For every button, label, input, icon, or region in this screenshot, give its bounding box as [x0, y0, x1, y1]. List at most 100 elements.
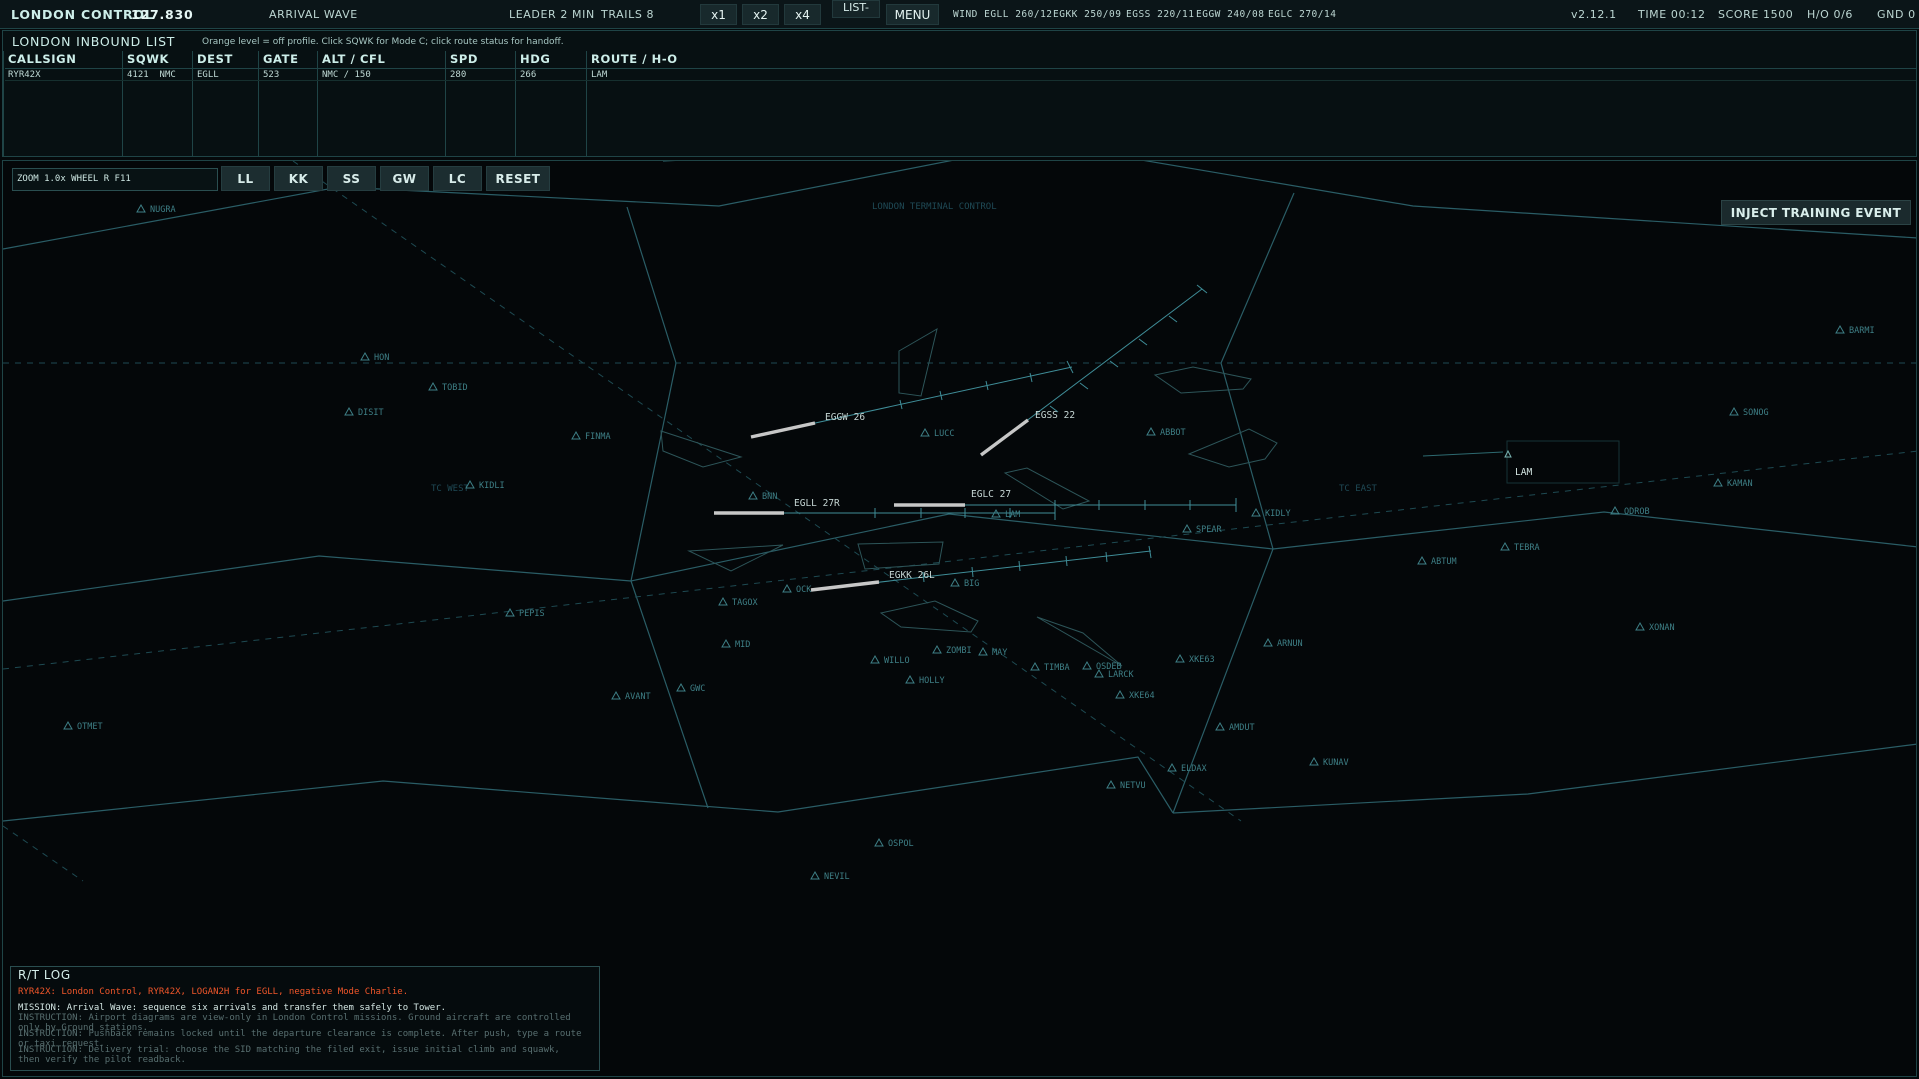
waypoint-triangle-icon: [676, 682, 686, 692]
view-gw-button[interactable]: GW: [380, 166, 429, 191]
sector-label: TC WEST: [431, 484, 470, 494]
waypoint-triangle-icon: [721, 638, 731, 648]
sim-time: TIME 00:12: [1638, 8, 1706, 21]
waypoint-abtum: ABTUM: [1417, 555, 1457, 567]
view-ss-button[interactable]: SS: [327, 166, 376, 191]
waypoint-zombi: ZOMBI: [932, 644, 972, 656]
airport-outlines: [660, 327, 1278, 667]
column-dest: DEST EGLL: [192, 51, 258, 156]
waypoint-triangle-icon: [1215, 721, 1225, 731]
waypoint-tobid: TOBID: [428, 381, 468, 393]
waypoint-triangle-icon: [1106, 779, 1116, 789]
waypoint-ospol: OSPOL: [874, 837, 914, 849]
waypoint-triangle-icon: [136, 203, 146, 213]
view-lc-button[interactable]: LC: [433, 166, 482, 191]
waypoint-label: AMDUT: [1229, 723, 1255, 733]
waypoint-label: BARMI: [1849, 326, 1875, 336]
speed-x4-button[interactable]: x4: [784, 4, 821, 25]
waypoint-triangle-icon: [1417, 555, 1427, 565]
waypoint-lam: LAM: [991, 508, 1020, 520]
waypoint-kidli: KIDLI: [465, 479, 505, 491]
score-readout: SCORE 1500: [1718, 8, 1794, 21]
waypoint-triangle-icon: [905, 674, 915, 684]
inbound-list-panel: LONDON INBOUND LIST Orange level = off p…: [2, 30, 1917, 157]
waypoint-kunav: KUNAV: [1309, 756, 1349, 768]
waypoint-label: ODROB: [1624, 507, 1650, 517]
aircraft-target-ryr42x[interactable]: LAM: [1422, 440, 1620, 484]
cell-alt-cfl[interactable]: NMC / 150: [322, 70, 371, 80]
runway-label: EGSS 22: [1035, 410, 1075, 421]
rt-log-line: INSTRUCTION: Pushback remains locked unt…: [18, 1029, 582, 1039]
inject-training-event-button[interactable]: INJECT TRAINING EVENT: [1721, 200, 1911, 225]
column-squawk: SQWK 4121 NMC: [122, 51, 192, 156]
waypoint-label: KUNAV: [1323, 758, 1349, 768]
waypoint-triangle-icon: [932, 644, 942, 654]
waypoint-label: BIG: [964, 579, 979, 589]
wind-egkk: EGKK 250/09: [1053, 9, 1122, 20]
rt-log-title: R/T LOG: [18, 968, 71, 982]
waypoint-label: XKE63: [1189, 655, 1215, 665]
waypoint-label: PEPIS: [519, 609, 545, 619]
waypoint-triangle-icon: [1309, 756, 1319, 766]
waypoint-triangle-icon: [1167, 762, 1177, 772]
waypoint-label: ABBOT: [1160, 428, 1186, 438]
waypoint-triangle-icon: [1713, 477, 1723, 487]
waypoint-xonan: XONAN: [1635, 621, 1675, 633]
view-kk-button[interactable]: KK: [274, 166, 323, 191]
mission-name: ARRIVAL WAVE: [269, 8, 358, 21]
waypoint-nugra: NUGRA: [136, 203, 176, 215]
waypoint-label: XONAN: [1649, 623, 1675, 633]
column-callsign: CALLSIGN RYR42X: [3, 51, 122, 156]
waypoint-label: NEVIL: [824, 872, 850, 882]
waypoint-holly: HOLLY: [905, 674, 945, 686]
sector-dashed: [3, 161, 1916, 882]
column-spd: SPD 280: [445, 51, 515, 156]
runway-label: EGLL 27R: [794, 498, 840, 509]
column-header: SPD: [450, 52, 479, 66]
runway-label: EGLC 27: [971, 489, 1011, 500]
waypoint-label: LUCC: [934, 429, 954, 439]
waypoint-triangle-icon: [782, 583, 792, 593]
waypoint-may: MAY: [978, 646, 1007, 658]
waypoint-label: ELDAX: [1181, 764, 1207, 774]
aircraft-tag-label: LAM: [1515, 467, 1532, 478]
waypoint-label: ARNUN: [1277, 639, 1303, 649]
cell-callsign[interactable]: RYR42X: [8, 70, 41, 80]
speed-x2-button[interactable]: x2: [742, 4, 779, 25]
waypoint-abbot: ABBOT: [1146, 426, 1186, 438]
menu-button[interactable]: MENU: [886, 4, 939, 25]
cell-dest: EGLL: [197, 70, 219, 80]
cell-hdg: 266: [520, 70, 537, 80]
wind-egll: WIND EGLL 260/12: [953, 9, 1053, 20]
list-toggle-button[interactable]: LIST-: [832, 0, 880, 18]
waypoint-label: LARCK: [1108, 670, 1134, 680]
speed-x1-button[interactable]: x1: [700, 4, 737, 25]
waypoint-amdut: AMDUT: [1215, 721, 1255, 733]
waypoint-bnn: BNN: [748, 490, 777, 502]
runways: EGGW 26 EGSS 22 EGLL 27R EGLC 27 EGKK 26…: [714, 284, 1237, 592]
cell-gate: 523: [263, 70, 280, 80]
column-hdg: HDG 266: [515, 51, 586, 156]
header-divider: [5, 68, 1916, 69]
waypoint-xke64: XKE64: [1115, 689, 1155, 701]
waypoint-label: MAY: [992, 648, 1007, 658]
waypoint-label: BNN: [762, 492, 777, 502]
waypoint-label: OSPOL: [888, 839, 914, 849]
waypoint-triangle-icon: [1251, 507, 1261, 517]
waypoint-triangle-icon: [1175, 653, 1185, 663]
waypoint-triangle-icon: [870, 654, 880, 664]
reset-view-button[interactable]: RESET: [486, 166, 550, 191]
waypoint-tebra: TEBRA: [1500, 541, 1540, 553]
waypoint-otmet: OTMET: [63, 720, 103, 732]
waypoint-triangle-icon: [748, 490, 758, 500]
cell-squawk[interactable]: 4121 NMC: [127, 70, 176, 80]
cell-route[interactable]: LAM: [591, 70, 607, 80]
column-header: CALLSIGN: [8, 52, 77, 66]
waypoint-triangle-icon: [505, 607, 515, 617]
waypoint-triangle-icon: [1030, 661, 1040, 671]
waypoint-label: KIDLY: [1265, 509, 1291, 519]
radar-map[interactable]: LONDON TERMINAL CONTROL TC WEST TC EAST: [3, 161, 1917, 1077]
waypoint-sonog: SONOG: [1729, 406, 1769, 418]
radar-scope[interactable]: LONDON TERMINAL CONTROL TC WEST TC EAST: [2, 160, 1917, 1077]
view-ll-button[interactable]: LL: [221, 166, 270, 191]
